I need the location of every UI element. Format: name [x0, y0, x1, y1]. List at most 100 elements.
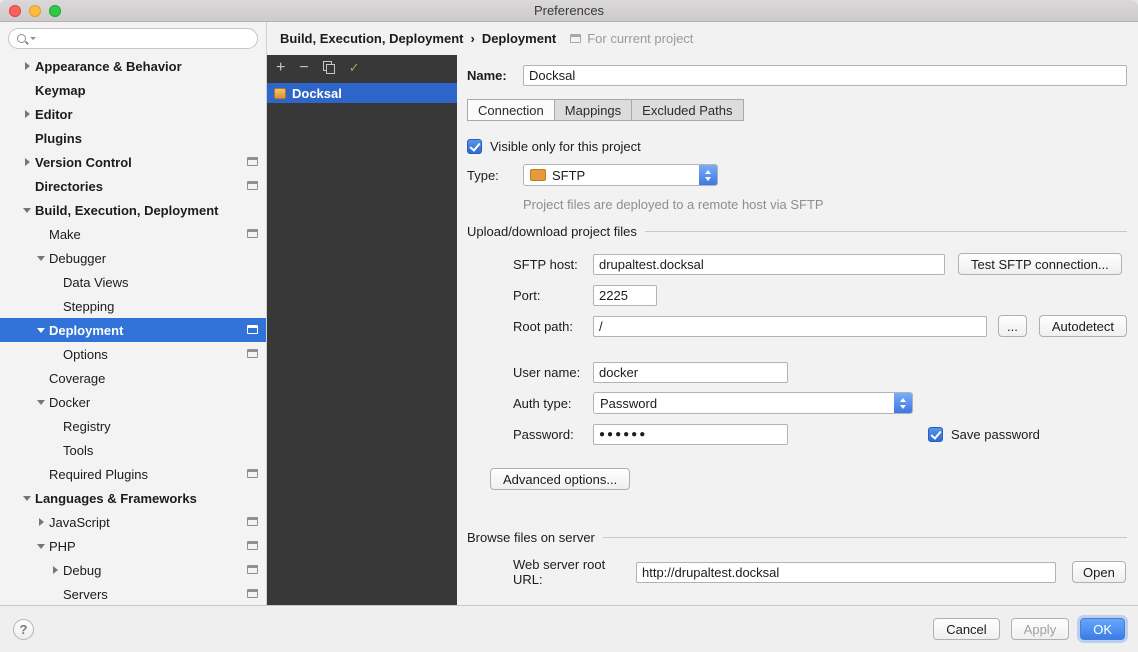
apply-button[interactable]: Apply: [1011, 618, 1070, 640]
sidebar-item-plugins[interactable]: Plugins: [0, 126, 266, 150]
tab-mappings[interactable]: Mappings: [554, 99, 632, 121]
traffic-lights: [9, 5, 61, 17]
tab-excluded-paths[interactable]: Excluded Paths: [631, 99, 743, 121]
ok-button[interactable]: OK: [1080, 618, 1125, 640]
sidebar-item-docker[interactable]: Docker: [0, 390, 266, 414]
autodetect-button[interactable]: Autodetect: [1039, 315, 1127, 337]
user-name-label: User name:: [513, 365, 593, 380]
sidebar-item-javascript[interactable]: JavaScript: [0, 510, 266, 534]
sidebar-item-stepping[interactable]: Stepping: [0, 294, 266, 318]
sidebar-item-build-execution-deployment[interactable]: Build, Execution, Deployment: [0, 198, 266, 222]
sidebar-item-label: Options: [63, 347, 108, 362]
sidebar-item-php[interactable]: PHP: [0, 534, 266, 558]
collapse-arrow-icon[interactable]: [36, 400, 46, 405]
browse-root-path-button[interactable]: ...: [998, 315, 1027, 337]
sidebar-item-label: Build, Execution, Deployment: [35, 203, 218, 218]
checkbox-icon[interactable]: [467, 139, 482, 154]
type-dropdown[interactable]: SFTP: [523, 164, 718, 186]
tab-connection[interactable]: Connection: [467, 99, 555, 121]
sidebar-item-appearance-behavior[interactable]: Appearance & Behavior: [0, 54, 266, 78]
zoom-window-button[interactable]: [49, 5, 61, 17]
collapse-arrow-icon[interactable]: [22, 496, 32, 501]
sidebar-item-coverage[interactable]: Coverage: [0, 366, 266, 390]
settings-search-input[interactable]: [40, 29, 249, 48]
copy-server-button[interactable]: [323, 61, 335, 74]
server-list-item[interactable]: Docksal: [267, 83, 457, 103]
sidebar-item-label: Required Plugins: [49, 467, 148, 482]
checkbox-icon[interactable]: [928, 427, 943, 442]
auth-type-value: Password: [600, 396, 657, 411]
expand-arrow-icon[interactable]: [22, 158, 32, 166]
sidebar-item-label: Directories: [35, 179, 103, 194]
minimize-window-button[interactable]: [29, 5, 41, 17]
server-name: Docksal: [292, 86, 342, 101]
sidebar-item-label: Editor: [35, 107, 73, 122]
sidebar-item-data-views[interactable]: Data Views: [0, 270, 266, 294]
sidebar-item-keymap[interactable]: Keymap: [0, 78, 266, 102]
sidebar-item-label: Appearance & Behavior: [35, 59, 182, 74]
expand-arrow-icon[interactable]: [50, 566, 60, 574]
sidebar-item-label: Keymap: [35, 83, 86, 98]
sidebar-item-required-plugins[interactable]: Required Plugins: [0, 462, 266, 486]
expand-arrow-icon[interactable]: [36, 518, 46, 526]
deployment-settings-panel: Name: Connection Mappings Excluded Paths…: [457, 55, 1138, 605]
per-project-settings-icon: [247, 349, 258, 358]
server-name-input[interactable]: [523, 65, 1127, 86]
sidebar-item-directories[interactable]: Directories: [0, 174, 266, 198]
settings-sidebar: Appearance & Behavior Keymap Editor Plug…: [0, 22, 267, 605]
sidebar-item-debug[interactable]: Debug: [0, 558, 266, 582]
server-type-icon: [274, 88, 286, 99]
sidebar-item-label: Languages & Frameworks: [35, 491, 197, 506]
test-sftp-connection-button[interactable]: Test SFTP connection...: [958, 253, 1122, 275]
sidebar-item-languages-frameworks[interactable]: Languages & Frameworks: [0, 486, 266, 510]
save-password-label: Save password: [951, 427, 1040, 442]
advanced-options-button[interactable]: Advanced options...: [490, 468, 630, 490]
auth-type-dropdown[interactable]: Password: [593, 392, 913, 414]
remove-server-button[interactable]: −: [299, 59, 308, 77]
sidebar-item-registry[interactable]: Registry: [0, 414, 266, 438]
sidebar-item-debugger[interactable]: Debugger: [0, 246, 266, 270]
web-server-root-url-input[interactable]: [636, 562, 1056, 583]
open-button[interactable]: Open: [1072, 561, 1126, 583]
auth-type-label: Auth type:: [513, 396, 593, 411]
expand-arrow-icon[interactable]: [22, 62, 32, 70]
password-input[interactable]: [593, 424, 788, 445]
breadcrumb-parent[interactable]: Build, Execution, Deployment: [280, 31, 463, 46]
port-input[interactable]: [593, 285, 657, 306]
preferences-window: Preferences Appearance & Behavior Keymap…: [0, 0, 1138, 652]
password-label: Password:: [513, 427, 593, 442]
collapse-arrow-icon[interactable]: [36, 328, 46, 333]
collapse-arrow-icon[interactable]: [36, 256, 46, 261]
sidebar-item-deployment[interactable]: Deployment: [0, 318, 266, 342]
sidebar-item-tools[interactable]: Tools: [0, 438, 266, 462]
collapse-arrow-icon[interactable]: [22, 208, 32, 213]
type-value: SFTP: [552, 168, 585, 183]
sidebar-item-options[interactable]: Options: [0, 342, 266, 366]
per-project-settings-icon: [247, 517, 258, 526]
per-project-settings-icon: [247, 157, 258, 166]
use-as-default-button[interactable]: ✓: [349, 59, 360, 77]
user-name-input[interactable]: [593, 362, 788, 383]
sidebar-item-make[interactable]: Make: [0, 222, 266, 246]
sftp-host-input[interactable]: [593, 254, 945, 275]
sidebar-item-servers[interactable]: Servers: [0, 582, 266, 605]
settings-search-box[interactable]: [8, 28, 258, 49]
root-path-input[interactable]: [593, 316, 987, 337]
upload-section-title: Upload/download project files: [467, 224, 637, 239]
save-password-checkbox[interactable]: Save password: [928, 427, 1040, 442]
expand-arrow-icon[interactable]: [22, 110, 32, 118]
window-title: Preferences: [534, 3, 604, 18]
sftp-type-icon: [530, 169, 546, 181]
dropdown-stepper-icon[interactable]: [699, 165, 717, 185]
dropdown-stepper-icon[interactable]: [894, 393, 912, 413]
search-options-caret-icon[interactable]: [30, 37, 36, 40]
close-window-button[interactable]: [9, 5, 21, 17]
sidebar-item-editor[interactable]: Editor: [0, 102, 266, 126]
collapse-arrow-icon[interactable]: [36, 544, 46, 549]
add-server-button[interactable]: +: [276, 59, 285, 77]
section-divider: [645, 231, 1127, 232]
sidebar-item-version-control[interactable]: Version Control: [0, 150, 266, 174]
visible-only-checkbox[interactable]: Visible only for this project: [467, 139, 1127, 154]
cancel-button[interactable]: Cancel: [933, 618, 999, 640]
help-button[interactable]: ?: [13, 619, 34, 640]
